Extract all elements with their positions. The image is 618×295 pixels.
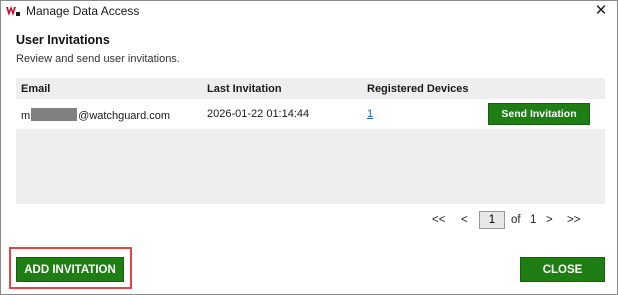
page-number-input[interactable] xyxy=(479,211,505,229)
watchguard-logo-icon xyxy=(6,6,20,16)
column-header-email: Email xyxy=(21,83,51,95)
of-label: of xyxy=(511,214,521,226)
redacted-email-mask xyxy=(31,108,78,121)
manage-data-access-window: Manage Data Access ✕ User Invitations Re… xyxy=(0,0,618,295)
close-button[interactable]: CLOSE xyxy=(520,257,605,282)
previous-page-button[interactable]: < xyxy=(461,214,468,226)
close-icon[interactable]: ✕ xyxy=(593,3,609,19)
next-page-button[interactable]: > xyxy=(546,214,553,226)
window-title: Manage Data Access xyxy=(26,4,140,18)
first-page-button[interactable]: << xyxy=(432,214,445,226)
table-empty-area xyxy=(16,129,605,204)
column-header-last-invitation: Last Invitation xyxy=(207,83,282,95)
column-header-registered-devices: Registered Devices xyxy=(367,83,469,95)
registered-devices-link[interactable]: 1 xyxy=(367,108,373,120)
email-prefix: m xyxy=(21,110,31,122)
last-invitation-cell: 2026-01-22 01:14:44 xyxy=(207,108,310,120)
section-subtitle: Review and send user invitations. xyxy=(16,53,180,65)
email-domain: @watchguard.com xyxy=(78,110,171,122)
title-bar: Manage Data Access ✕ xyxy=(1,1,617,23)
last-page-button[interactable]: >> xyxy=(567,214,580,226)
send-invitation-button[interactable]: Send Invitation xyxy=(488,103,590,125)
table-header: Email Last Invitation Registered Devices xyxy=(16,78,605,99)
add-invitation-button[interactable]: ADD INVITATION xyxy=(16,257,124,282)
table-row: m @watchguard.com 2026-01-22 01:14:44 1 S… xyxy=(16,99,605,129)
section-title: User Invitations xyxy=(16,33,110,47)
total-pages: 1 xyxy=(530,214,537,226)
email-cell: m @watchguard.com xyxy=(21,108,170,122)
